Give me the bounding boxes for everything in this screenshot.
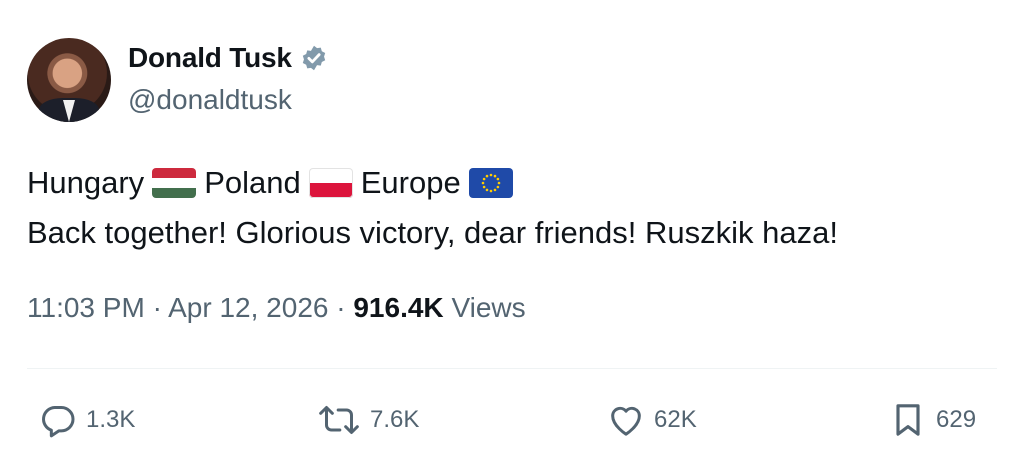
repost-icon [319,406,359,434]
views-count: 916.4K [353,292,444,323]
bookmark-icon [896,404,920,436]
meta-separator: · [152,292,162,323]
like-button[interactable]: 62K [606,400,697,440]
bookmark-button[interactable]: 629 [888,400,976,440]
tweet-meta: 11:03 PM · Apr 12, 2026 · 916.4K Views [27,292,526,324]
author-handle[interactable]: @donaldtusk [128,84,292,116]
views-label: Views [451,292,526,323]
poland-flag-icon [308,168,353,198]
reply-icon [42,406,75,438]
author-name[interactable]: Donald Tusk [128,42,292,74]
tweet-line-1: Hungary Poland Europe [27,158,838,208]
eu-flag-icon [468,168,513,198]
divider [27,368,997,369]
author-name-row: Donald Tusk [128,42,328,74]
repost-count: 7.6K [370,406,420,433]
tweet-word-hungary: Hungary [27,165,145,200]
verified-badge-icon [300,44,328,72]
tweet-line-2: Back together! Glorious victory, dear fr… [27,215,838,250]
meta-separator: · [336,292,346,323]
repost-button[interactable]: 7.6K [316,400,419,440]
tweet-word-poland: Poland [204,165,301,200]
tweet-word-europe: Europe [360,165,461,200]
tweet-text: Hungary Poland Europe Back together! Glo… [27,158,838,258]
tweet-date[interactable]: Apr 12, 2026 [168,292,328,323]
bookmark-count: 629 [936,406,977,433]
tweet-time[interactable]: 11:03 PM [27,292,145,323]
avatar[interactable] [27,38,111,122]
like-count: 62K [654,406,697,433]
reply-count: 1.3K [86,406,136,433]
heart-icon [611,406,641,436]
hungary-flag-icon [152,168,197,198]
reply-button[interactable]: 1.3K [38,400,135,440]
